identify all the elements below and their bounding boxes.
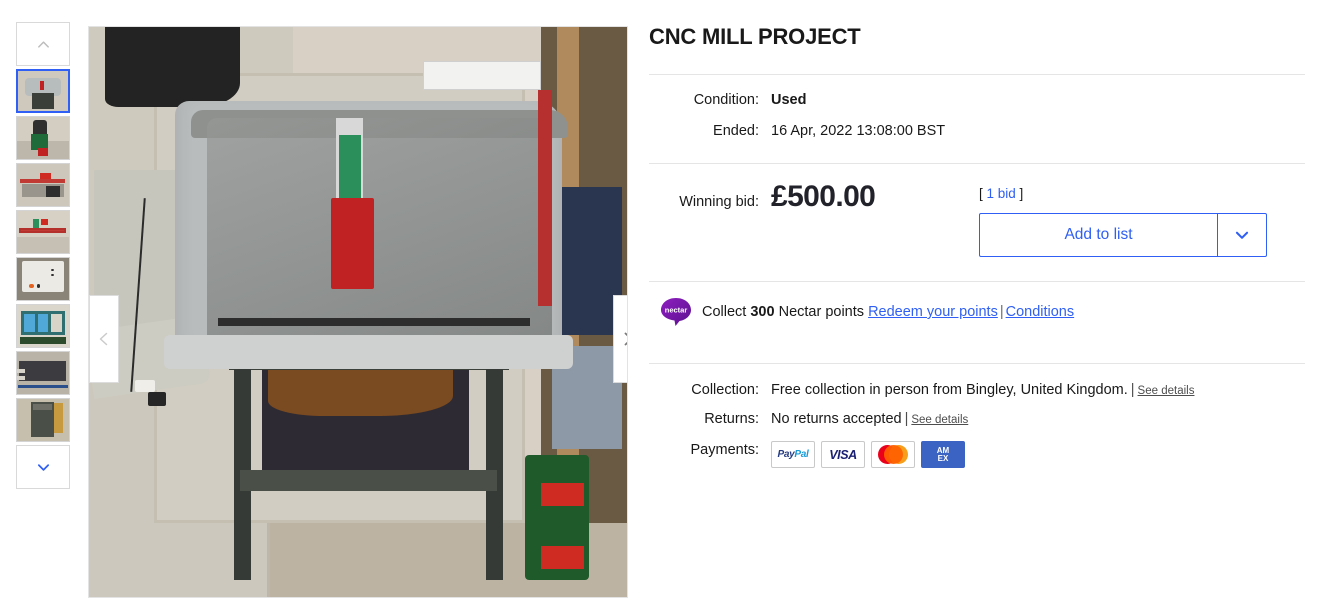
nectar-points-row: nectar Collect 300 Nectar points Redeem … <box>649 282 1305 341</box>
bid-count-close: ] <box>1015 186 1024 201</box>
bid-count-link[interactable]: 1 bid <box>987 186 1016 201</box>
collection-see-details-link[interactable]: See details <box>1138 385 1195 397</box>
payment-methods-list: PayPal VISA AM EX <box>771 438 965 468</box>
thumbnail-item-4[interactable] <box>16 210 70 254</box>
chevron-left-icon <box>99 332 108 346</box>
returns-row: Returns: No returns accepted | See details <box>649 407 1305 432</box>
thumbnail-scroll-down-button[interactable] <box>16 445 70 489</box>
ended-row: Ended: 16 Apr, 2022 13:08:00 BST <box>649 120 1305 142</box>
thumbnail-item-1[interactable] <box>16 69 70 113</box>
paypal-icon: PayPal <box>771 441 815 468</box>
listing-page: CNC MILL PROJECT Condition: Used Ended: … <box>0 0 1321 604</box>
visa-icon: VISA <box>821 441 865 468</box>
condition-label: Condition: <box>693 92 759 108</box>
winning-bid-price: £500.00 <box>771 180 876 213</box>
returns-see-details-link[interactable]: See details <box>911 414 968 426</box>
returns-value: No returns accepted | See details <box>771 407 968 432</box>
thumbnail-item-8[interactable] <box>16 398 70 442</box>
winning-bid-label: Winning bid: <box>679 194 759 210</box>
returns-pipe: | <box>904 411 909 427</box>
chevron-right-icon <box>624 332 627 346</box>
image-gallery <box>76 0 649 604</box>
ended-label: Ended: <box>713 123 759 139</box>
collection-value: Free collection in person from Bingley, … <box>771 378 1194 403</box>
collection-row: Collection: Free collection in person fr… <box>649 378 1305 403</box>
chevron-down-icon <box>1235 231 1249 239</box>
nectar-points-value: 300 <box>750 304 775 320</box>
ended-value: 16 Apr, 2022 13:08:00 BST <box>771 123 946 139</box>
collection-text: Free collection in person from Bingley, … <box>771 382 1128 398</box>
redeem-points-link[interactable]: Redeem your points <box>868 304 998 320</box>
nectar-collect-text: Collect <box>702 304 751 320</box>
nectar-separator: | <box>999 304 1004 320</box>
winning-bid-row: Winning bid: £500.00 [ 1 bid ] Add to li… <box>649 180 1305 257</box>
chevron-up-icon <box>37 40 49 48</box>
nectar-conditions-link[interactable]: Conditions <box>1006 304 1075 320</box>
nectar-text: Collect 300 Nectar points Redeem your po… <box>702 304 1074 320</box>
page-title: CNC MILL PROJECT <box>649 24 861 49</box>
bid-count-open: [ <box>979 186 987 201</box>
payments-row: Payments: PayPal VISA AM EX <box>649 438 1305 468</box>
add-to-list-control: Add to list <box>979 213 1267 257</box>
shipping-details-block: Collection: Free collection in person fr… <box>649 364 1305 468</box>
add-to-list-button[interactable]: Add to list <box>980 214 1217 256</box>
payments-value: PayPal VISA AM EX <box>771 438 965 468</box>
listing-info-panel: CNC MILL PROJECT Condition: Used Ended: … <box>649 0 1321 604</box>
chevron-down-icon <box>37 463 49 471</box>
divider-under-meta <box>649 163 1305 164</box>
main-image-frame <box>88 26 628 598</box>
thumbnail-item-2[interactable] <box>16 116 70 160</box>
thumbnail-rail <box>0 0 76 604</box>
previous-image-button[interactable] <box>89 295 119 383</box>
returns-text: No returns accepted <box>771 411 902 427</box>
thumbnail-item-7[interactable] <box>16 351 70 395</box>
payments-label: Payments: <box>690 442 760 458</box>
amex-icon: AM EX <box>921 441 965 468</box>
thumbnail-item-6[interactable] <box>16 304 70 348</box>
collection-label: Collection: <box>691 382 759 398</box>
nectar-logo-icon: nectar <box>661 298 691 326</box>
main-listing-photo[interactable] <box>89 27 627 597</box>
bid-count: [ 1 bid ] <box>979 186 1267 201</box>
thumbnail-item-3[interactable] <box>16 163 70 207</box>
nectar-points-text: Nectar points <box>774 304 869 320</box>
add-to-list-dropdown-button[interactable] <box>1217 214 1266 256</box>
thumbnail-scroll-up-button[interactable] <box>16 22 70 66</box>
condition-value: Used <box>771 92 807 108</box>
mastercard-icon <box>871 441 915 468</box>
next-image-button[interactable] <box>613 295 627 383</box>
returns-label: Returns: <box>704 411 759 427</box>
svg-text:nectar: nectar <box>665 306 688 315</box>
condition-row: Condition: Used <box>649 89 1305 111</box>
collection-pipe: | <box>1130 382 1135 398</box>
thumbnail-item-5[interactable] <box>16 257 70 301</box>
